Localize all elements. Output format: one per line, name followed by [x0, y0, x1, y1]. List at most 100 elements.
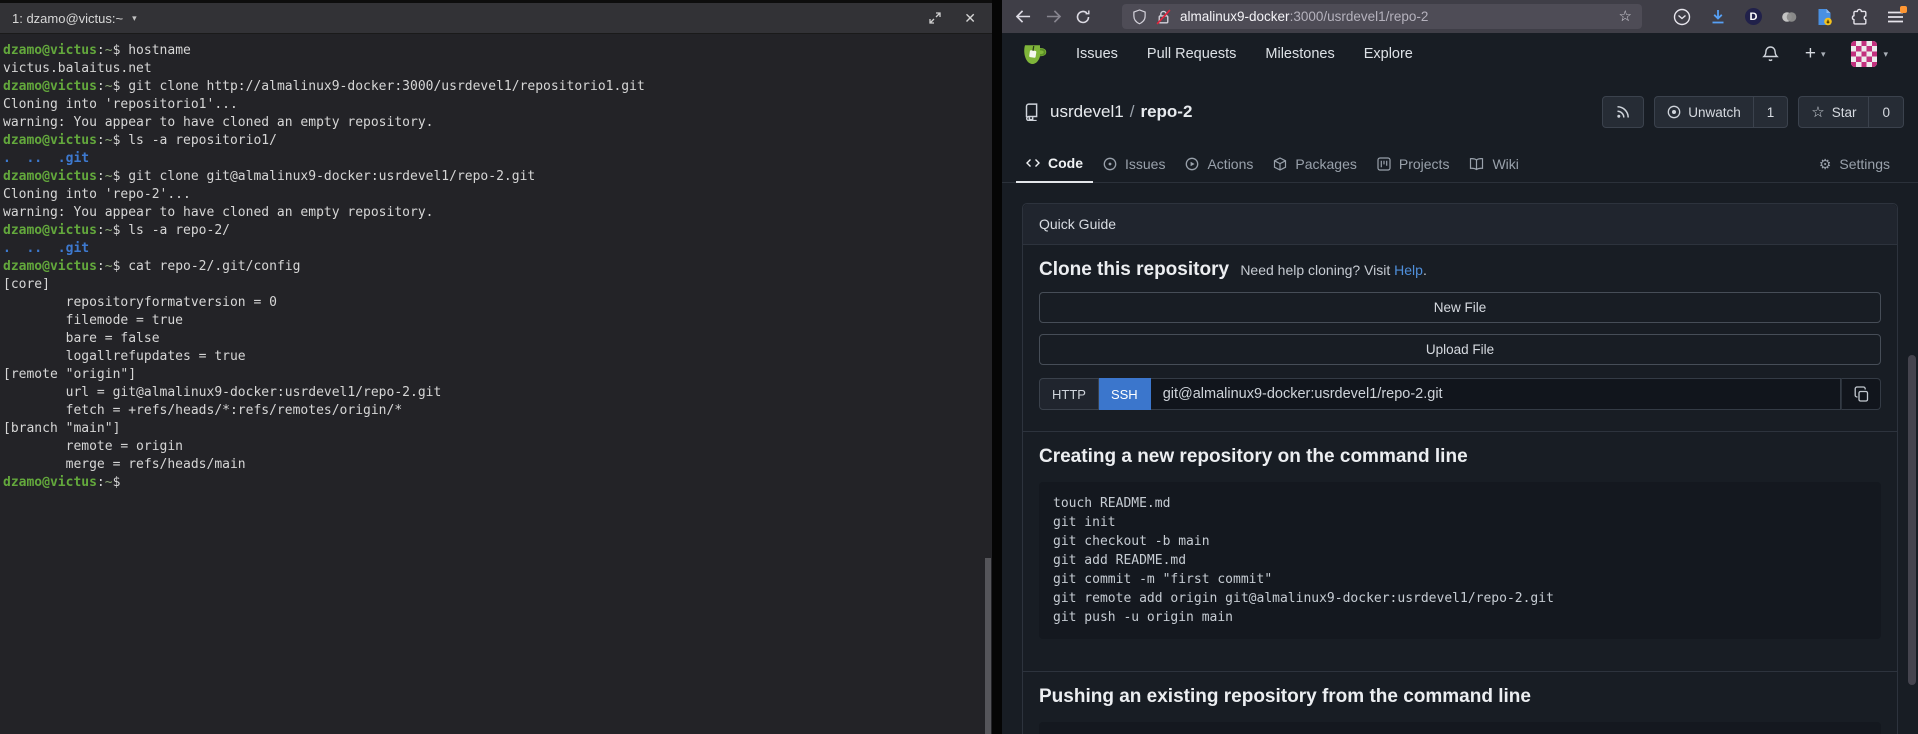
tab-packages[interactable]: Packages: [1263, 145, 1366, 182]
terminal-line: [core]: [3, 276, 988, 294]
repo-title: usrdevel1/repo-2: [1050, 102, 1192, 122]
stars-count[interactable]: 0: [1868, 97, 1903, 127]
package-icon: [1273, 157, 1287, 171]
repo-icon: [1022, 103, 1040, 121]
plus-icon: +: [1805, 43, 1816, 65]
star-icon: ☆: [1811, 103, 1824, 121]
nav-item-milestones[interactable]: Milestones: [1265, 46, 1334, 62]
clone-heading: Clone this repository Need help cloning?…: [1039, 259, 1881, 281]
notifications-bell-icon[interactable]: [1762, 45, 1779, 63]
terminal-line: dzamo@victus:~$: [3, 474, 988, 492]
download-icon[interactable]: [1709, 8, 1727, 25]
terminal-output: dzamo@victus:~$ hostnamevictus.balaitus.…: [0, 34, 992, 492]
user-menu[interactable]: ▾: [1851, 41, 1888, 67]
terminal-line: dzamo@victus:~$ cat repo-2/.git/config: [3, 258, 988, 276]
terminal-line: [branch "main"]: [3, 420, 988, 438]
insecure-lock-icon[interactable]: [1156, 9, 1171, 25]
terminal-window: 1: dzamo@victus:~ ▾ ✕ dzamo@victus:~$ ho…: [0, 0, 992, 734]
repo-content: Quick Guide Clone this repository Need h…: [1022, 203, 1898, 734]
clone-help-text: Need help cloning? Visit Help.: [1240, 262, 1427, 278]
extension-circles-icon[interactable]: [1780, 8, 1798, 26]
watchers-count[interactable]: 1: [1753, 97, 1788, 127]
clone-url-input[interactable]: git@almalinux9-docker:usrdevel1/repo-2.g…: [1151, 378, 1841, 410]
rss-feed-button[interactable]: [1602, 96, 1644, 128]
tab-code[interactable]: Code: [1016, 145, 1093, 183]
terminal-line: . .. .git: [3, 240, 988, 258]
browser-toolbar: almalinux9-docker:3000/usrdevel1/repo-2 …: [1002, 0, 1918, 34]
project-board-icon: [1377, 157, 1391, 171]
terminal-scrollbar[interactable]: [985, 558, 991, 734]
tab-projects[interactable]: Projects: [1367, 145, 1460, 182]
http-toggle-button[interactable]: HTTP: [1039, 378, 1099, 410]
help-link[interactable]: Help: [1394, 262, 1423, 278]
terminal-line: bare = false: [3, 330, 988, 348]
new-file-button[interactable]: New File: [1039, 292, 1881, 323]
book-icon: [1469, 157, 1484, 171]
gitea-logo[interactable]: [1020, 39, 1050, 69]
menu-icon[interactable]: [1887, 10, 1904, 24]
star-button[interactable]: ☆ Star: [1799, 97, 1868, 127]
terminal-line: dzamo@victus:~$ ls -a repo-2/: [3, 222, 988, 240]
ssh-toggle-button[interactable]: SSH: [1099, 378, 1151, 410]
upload-file-button[interactable]: Upload File: [1039, 334, 1881, 365]
extension-d-icon[interactable]: D: [1745, 8, 1762, 25]
bookmark-star-icon[interactable]: ☆: [1619, 9, 1632, 24]
nav-item-issues[interactable]: Issues: [1076, 46, 1118, 62]
reload-button[interactable]: [1068, 9, 1098, 25]
back-button[interactable]: [1008, 9, 1038, 24]
quick-guide-panel: Quick Guide Clone this repository Need h…: [1022, 203, 1898, 734]
terminal-line: dzamo@victus:~$ hostname: [3, 42, 988, 60]
repo-name-link[interactable]: repo-2: [1140, 102, 1192, 121]
repo-owner-link[interactable]: usrdevel1: [1050, 102, 1124, 121]
shield-icon[interactable]: [1132, 9, 1147, 25]
tab-label: Wiki: [1492, 156, 1518, 172]
code-line: git commit -m "first commit": [1053, 570, 1867, 589]
create-code-block: touch README.mdgit initgit checkout -b m…: [1039, 482, 1881, 639]
nav-item-pull-requests[interactable]: Pull Requests: [1147, 46, 1236, 62]
code-line: git remote add origin git@almalinux9-doc…: [1053, 589, 1867, 608]
code-line: git init: [1053, 513, 1867, 532]
url-text: almalinux9-docker:3000/usrdevel1/repo-2: [1180, 9, 1428, 24]
terminal-line: warning: You appear to have cloned an em…: [3, 114, 988, 132]
url-bar[interactable]: almalinux9-docker:3000/usrdevel1/repo-2 …: [1122, 4, 1642, 29]
terminal-line: dzamo@victus:~$ git clone git@almalinux9…: [3, 168, 988, 186]
tab-wiki[interactable]: Wiki: [1459, 145, 1528, 182]
gitea-page: Issues Pull Requests Milestones Explore …: [1002, 33, 1918, 734]
terminal-titlebar[interactable]: 1: dzamo@victus:~ ▾ ✕: [0, 0, 992, 34]
eye-icon: [1667, 105, 1681, 119]
unwatch-button[interactable]: Unwatch: [1655, 97, 1753, 127]
issue-icon: [1103, 157, 1117, 171]
nav-item-explore[interactable]: Explore: [1364, 46, 1413, 62]
chevron-down-icon: ▾: [1883, 49, 1888, 60]
tab-label: Actions: [1207, 156, 1253, 172]
terminal-line: warning: You appear to have cloned an em…: [3, 204, 988, 222]
page-scrollbar[interactable]: [1908, 355, 1916, 685]
terminal-line: dzamo@victus:~$ ls -a repositorio1/: [3, 132, 988, 150]
chevron-down-icon[interactable]: ▾: [132, 13, 137, 24]
tab-actions[interactable]: Actions: [1175, 145, 1263, 182]
pocket-icon[interactable]: [1673, 8, 1691, 26]
terminal-line: filemode = true: [3, 312, 988, 330]
tab-label: Packages: [1295, 156, 1356, 172]
push-code-block: [1039, 722, 1881, 734]
window-close-button[interactable]: ✕: [964, 11, 976, 25]
puzzle-extensions-icon[interactable]: [1851, 8, 1869, 26]
repo-tabs: Code Issues Action: [1002, 145, 1918, 183]
forward-button[interactable]: [1038, 9, 1068, 24]
save-page-extension-icon[interactable]: [1816, 8, 1833, 26]
tab-issues[interactable]: Issues: [1093, 145, 1175, 182]
window-restore-button[interactable]: [929, 12, 941, 24]
code-icon: [1026, 156, 1040, 170]
tab-label: Issues: [1125, 156, 1165, 172]
terminal-line: fetch = +refs/heads/*:refs/remotes/origi…: [3, 402, 988, 420]
create-new-button[interactable]: + ▾: [1805, 43, 1826, 65]
push-repo-section: Pushing an existing repository from the …: [1023, 671, 1897, 734]
desktop: 1: dzamo@victus:~ ▾ ✕ dzamo@victus:~$ ho…: [0, 0, 1918, 734]
tab-label: Projects: [1399, 156, 1450, 172]
terminal-line: remote = origin: [3, 438, 988, 456]
terminal-line: repositoryformatversion = 0: [3, 294, 988, 312]
tab-settings[interactable]: ⚙ Settings: [1809, 145, 1904, 182]
copy-url-button[interactable]: [1841, 378, 1881, 410]
terminal-line: url = git@almalinux9-docker:usrdevel1/re…: [3, 384, 988, 402]
unwatch-label: Unwatch: [1688, 105, 1741, 120]
